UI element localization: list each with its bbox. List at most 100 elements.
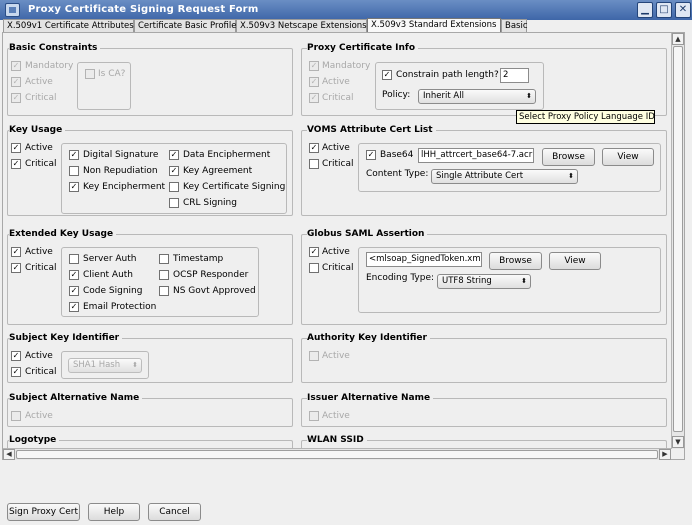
eku-active-label: Active	[25, 247, 53, 257]
voms-active-checkbox[interactable]: ✓	[309, 143, 319, 153]
policy-value: Inherit All	[423, 91, 464, 101]
policy-combo[interactable]: Inherit All ⬍	[418, 89, 536, 104]
help-button[interactable]: Help	[88, 503, 140, 521]
tab-standard-extensions[interactable]: X.509v3 Standard Extensions	[367, 18, 501, 33]
ku-critical-label: Critical	[25, 159, 57, 169]
horizontal-scroll-thumb[interactable]	[16, 450, 658, 459]
horizontal-scrollbar[interactable]: ◀ ▶	[3, 448, 671, 460]
san-title: Subject Alternative Name	[9, 393, 143, 403]
tab-x509v1[interactable]: X.509v1 Certificate Attributes	[3, 19, 134, 33]
sign-proxy-cert-button[interactable]: Sign Proxy Cert	[7, 503, 80, 521]
saml-title: Globus SAML Assertion	[307, 229, 428, 239]
email-protection-label: Email Protection	[83, 302, 157, 312]
aki-active-checkbox[interactable]	[309, 351, 319, 361]
scroll-down-icon[interactable]: ▼	[672, 436, 684, 448]
tab-netscape-extensions[interactable]: X.509v3 Netscape Extensions	[236, 19, 367, 33]
timestamp-label: Timestamp	[173, 254, 224, 264]
pci-critical-checkbox[interactable]: ✓	[309, 93, 319, 103]
saml-browse-button[interactable]: Browse	[489, 252, 542, 270]
proxy-cert-info-title: Proxy Certificate Info	[307, 43, 419, 53]
ian-active-label: Active	[322, 411, 350, 421]
ku-active-label: Active	[25, 143, 53, 153]
client-auth-checkbox[interactable]: ✓	[69, 270, 79, 280]
aki-active-label: Active	[322, 351, 350, 361]
voms-critical-checkbox[interactable]	[309, 159, 319, 169]
minimize-button[interactable]: ▁	[637, 2, 653, 18]
tab-basic-profile[interactable]: Certificate Basic Profile	[134, 19, 237, 33]
updown-icon: ⬍	[526, 92, 532, 100]
san-active-checkbox[interactable]	[11, 411, 21, 421]
pci-mandatory-checkbox[interactable]: ✓	[309, 61, 319, 71]
digital-signature-checkbox[interactable]: ✓	[69, 150, 79, 160]
vertical-scroll-thumb[interactable]	[673, 46, 683, 432]
eku-critical-checkbox[interactable]: ✓	[11, 263, 21, 273]
vertical-scrollbar[interactable]: ▲ ▼	[671, 33, 684, 449]
ocsp-responder-checkbox[interactable]	[159, 270, 169, 280]
saml-active-checkbox[interactable]: ✓	[309, 247, 319, 257]
base64-checkbox[interactable]: ✓	[366, 150, 376, 160]
cancel-button[interactable]: Cancel	[148, 503, 201, 521]
ski-hash-value: SHA1 Hash	[73, 360, 121, 370]
encoding-type-value: UTF8 String	[442, 276, 492, 286]
ku-active-checkbox[interactable]: ✓	[11, 143, 21, 153]
ku-critical-checkbox[interactable]: ✓	[11, 159, 21, 169]
encoding-type-combo[interactable]: UTF8 String ⬍	[437, 274, 531, 289]
ski-hash-combo[interactable]: SHA1 Hash ⬍	[68, 358, 142, 373]
scroll-up-icon[interactable]: ▲	[672, 33, 684, 45]
code-signing-checkbox[interactable]: ✓	[69, 286, 79, 296]
data-encipherment-checkbox[interactable]: ✓	[169, 150, 179, 160]
bc-critical-checkbox[interactable]: ✓	[11, 93, 21, 103]
key-cert-signing-checkbox[interactable]	[169, 182, 179, 192]
window-title: Proxy Certificate Signing Request Form	[28, 4, 259, 15]
timestamp-checkbox[interactable]	[159, 254, 169, 264]
maximize-button[interactable]: □	[656, 2, 672, 18]
bc-mandatory-label: Mandatory	[25, 61, 74, 71]
updown-icon: ⬍	[568, 172, 574, 180]
policy-tooltip: Select Proxy Policy Language ID	[516, 110, 655, 124]
ski-active-checkbox[interactable]: ✓	[11, 351, 21, 361]
encoding-type-label: Encoding Type:	[366, 273, 435, 283]
email-protection-checkbox[interactable]: ✓	[69, 302, 79, 312]
logotype-title: Logotype	[9, 435, 60, 445]
ian-active-checkbox[interactable]	[309, 411, 319, 421]
crl-signing-label: CRL Signing	[183, 198, 237, 208]
pci-critical-label: Critical	[322, 93, 354, 103]
constrain-path-checkbox[interactable]: ✓	[382, 70, 392, 80]
voms-file-input[interactable]: lHH_attrcert_base64-7.acr	[418, 148, 534, 163]
bc-critical-label: Critical	[25, 93, 57, 103]
pci-mandatory-label: Mandatory	[322, 61, 371, 71]
digital-signature-label: Digital Signature	[83, 150, 159, 160]
saml-critical-checkbox[interactable]	[309, 263, 319, 273]
aki-section	[301, 338, 667, 383]
content-type-combo[interactable]: Single Attribute Cert ⬍	[431, 169, 578, 184]
key-agreement-checkbox[interactable]: ✓	[169, 166, 179, 176]
bc-mandatory-checkbox[interactable]: ✓	[11, 61, 21, 71]
saml-active-label: Active	[322, 247, 350, 257]
key-encipherment-checkbox[interactable]: ✓	[69, 182, 79, 192]
is-ca-checkbox[interactable]	[85, 69, 95, 79]
scroll-right-icon[interactable]: ▶	[659, 449, 671, 460]
non-repudiation-checkbox[interactable]	[69, 166, 79, 176]
ns-govt-approved-checkbox[interactable]	[159, 286, 169, 296]
close-button[interactable]: ✕	[675, 2, 691, 18]
eku-active-checkbox[interactable]: ✓	[11, 247, 21, 257]
saml-file-input[interactable]: <mlsoap_SignedToken.xml	[366, 252, 482, 267]
tab-basic[interactable]: Basic	[501, 19, 528, 33]
saml-view-button[interactable]: View	[549, 252, 601, 270]
constrain-path-label: Constrain path length?	[396, 70, 499, 80]
pci-active-checkbox[interactable]: ✓	[309, 77, 319, 87]
scroll-left-icon[interactable]: ◀	[3, 449, 15, 460]
bc-active-checkbox[interactable]: ✓	[11, 77, 21, 87]
server-auth-checkbox[interactable]	[69, 254, 79, 264]
path-length-input[interactable]: 2	[500, 68, 529, 83]
policy-label: Policy:	[382, 90, 411, 100]
updown-icon: ⬍	[521, 277, 527, 285]
code-signing-label: Code Signing	[83, 286, 143, 296]
crl-signing-checkbox[interactable]	[169, 198, 179, 208]
is-ca-label: Is CA?	[98, 69, 126, 79]
voms-critical-label: Critical	[322, 159, 354, 169]
voms-browse-button[interactable]: Browse	[542, 148, 595, 166]
ski-critical-checkbox[interactable]: ✓	[11, 367, 21, 377]
voms-view-button[interactable]: View	[602, 148, 654, 166]
san-active-label: Active	[25, 411, 53, 421]
